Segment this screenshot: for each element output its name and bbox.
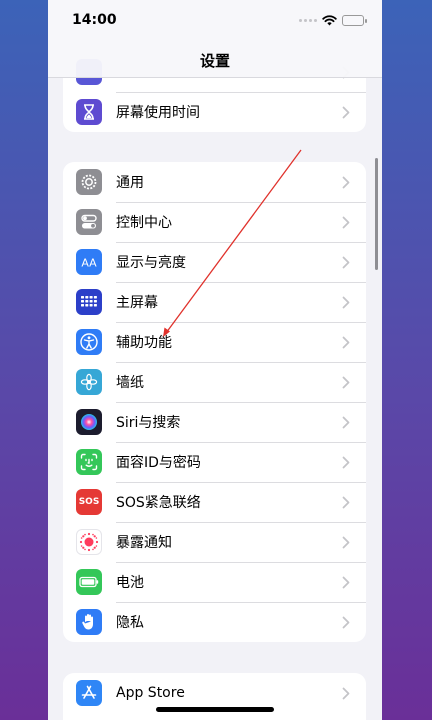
sos-icon: SOS — [76, 489, 102, 515]
text-size-aa-icon: AA — [76, 249, 102, 275]
settings-row-emergency-sos[interactable]: SOS SOS紧急联络 — [63, 482, 366, 522]
settings-row-label: 墙纸 — [116, 375, 144, 391]
chevron-right-icon — [336, 536, 356, 549]
vertical-scrollbar[interactable] — [375, 158, 378, 270]
chevron-right-icon — [336, 176, 356, 189]
app-store-icon — [76, 680, 102, 706]
settings-row-label: Siri与搜索 — [116, 415, 181, 431]
settings-row-label: 屏幕使用时间 — [116, 105, 200, 121]
chevron-right-icon — [336, 216, 356, 229]
settings-row-privacy[interactable]: 隐私 — [63, 602, 366, 642]
chevron-right-icon — [336, 496, 356, 509]
home-indicator[interactable] — [156, 707, 274, 712]
face-id-icon — [76, 449, 102, 475]
gear-icon — [76, 169, 102, 195]
exposure-notification-icon — [76, 529, 102, 555]
chevron-right-icon — [336, 616, 356, 629]
chevron-right-icon — [336, 336, 356, 349]
wifi-icon — [322, 14, 337, 25]
settings-row-label: 显示与亮度 — [116, 255, 186, 271]
settings-row-label: 隐私 — [116, 615, 144, 631]
toggle-switches-icon — [76, 209, 102, 235]
settings-row-general[interactable]: 通用 — [63, 162, 366, 202]
settings-row-label: 通用 — [116, 175, 144, 191]
settings-row-label: 主屏幕 — [116, 295, 158, 311]
hand-icon — [76, 609, 102, 635]
settings-group-general: 通用 控制中心 AA 显示与亮度 主屏幕 辅助功能 墙纸 Siri与搜索 面容I… — [63, 162, 366, 642]
settings-row-wallpaper[interactable]: 墙纸 — [63, 362, 366, 402]
settings-row-display[interactable]: AA 显示与亮度 — [63, 242, 366, 282]
accessibility-icon — [76, 329, 102, 355]
settings-row-control-center[interactable]: 控制中心 — [63, 202, 366, 242]
settings-row-label: 辅助功能 — [116, 335, 172, 351]
battery-status-icon — [342, 14, 367, 26]
settings-row-label: 暴露通知 — [116, 535, 172, 551]
hourglass-icon — [76, 99, 102, 125]
status-bar: 14:00 — [48, 0, 382, 40]
status-time: 14:00 — [72, 12, 117, 28]
chevron-right-icon — [336, 106, 356, 119]
chevron-right-icon — [336, 687, 356, 700]
settings-row-face-id[interactable]: 面容ID与密码 — [63, 442, 366, 482]
sos-icon-text: SOS — [78, 497, 100, 507]
siri-icon — [76, 409, 102, 435]
chevron-right-icon — [336, 576, 356, 589]
chevron-right-icon — [336, 456, 356, 469]
settings-row-screen-time[interactable]: 屏幕使用时间 — [63, 92, 366, 132]
settings-group-store: App Store — [63, 673, 366, 720]
settings-row-exposure-notifications[interactable]: 暴露通知 — [63, 522, 366, 562]
settings-row-label: 电池 — [116, 575, 144, 591]
flower-icon — [76, 369, 102, 395]
home-grid-icon — [76, 289, 102, 315]
cellular-signal-icon — [299, 18, 317, 22]
settings-row-label: SOS紧急联络 — [116, 495, 201, 511]
settings-row-battery[interactable]: 电池 — [63, 562, 366, 602]
svg-text:AA: AA — [81, 257, 97, 270]
settings-row-home-screen[interactable]: 主屏幕 — [63, 282, 366, 322]
settings-row-siri[interactable]: Siri与搜索 — [63, 402, 366, 442]
settings-row-label: 面容ID与密码 — [116, 455, 201, 471]
battery-icon — [76, 569, 102, 595]
settings-row-accessibility[interactable]: 辅助功能 — [63, 322, 366, 362]
chevron-right-icon — [336, 376, 356, 389]
chevron-right-icon — [336, 296, 356, 309]
settings-screen: 设置 14:00 屏幕使用时间 通用 控制中心 AA 显示与亮度 主屏幕 辅助功… — [48, 0, 382, 720]
settings-row-label: App Store — [116, 685, 185, 701]
page-title: 设置 — [199, 52, 230, 70]
chevron-right-icon — [336, 256, 356, 269]
settings-row-label: 控制中心 — [116, 215, 172, 231]
chevron-right-icon — [336, 416, 356, 429]
